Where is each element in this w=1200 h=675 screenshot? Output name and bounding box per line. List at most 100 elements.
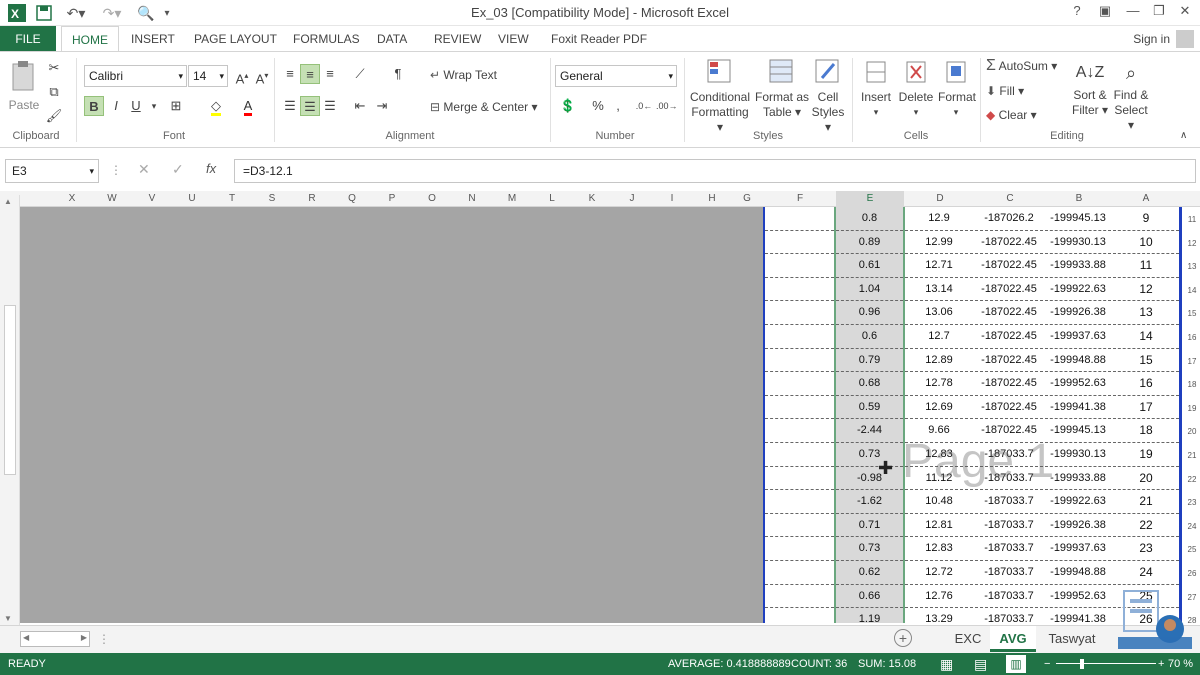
row-header[interactable]: 19	[1184, 404, 1200, 413]
cell-a[interactable]: 23	[1113, 537, 1179, 561]
cell-b[interactable]: -199941.38	[1045, 608, 1111, 623]
vertical-scrollbar[interactable]: ▲ ▼	[0, 195, 20, 627]
fill-button[interactable]: ⬇ Fill ▾	[986, 84, 1024, 99]
cell-f[interactable]	[765, 443, 834, 467]
cell-a[interactable]: 16	[1113, 372, 1179, 396]
copy-icon[interactable]: ⧉	[44, 82, 64, 102]
underline-dropdown-icon[interactable]: ▾	[144, 96, 164, 116]
column-header[interactable]: I	[652, 191, 692, 207]
row-header[interactable]: 18	[1184, 380, 1200, 389]
cancel-icon[interactable]: ✕	[138, 161, 150, 178]
format-as-table-button[interactable]: Format as Table ▾	[754, 58, 810, 120]
cell-b[interactable]: -199937.63	[1045, 537, 1111, 561]
cell-a[interactable]: 13	[1113, 301, 1179, 325]
align-top-icon[interactable]: ≡	[280, 64, 300, 84]
increase-indent-icon[interactable]: ⇥	[372, 96, 392, 116]
column-header[interactable]: A	[1112, 191, 1180, 207]
zoom-slider-thumb[interactable]	[1080, 659, 1084, 669]
row-header[interactable]: 17	[1184, 357, 1200, 366]
cell-f[interactable]	[765, 325, 834, 349]
cell-b[interactable]: -199930.13	[1045, 443, 1111, 467]
column-header[interactable]: B	[1045, 191, 1113, 207]
cell-f[interactable]	[765, 467, 834, 491]
cell-e[interactable]: 0.62	[836, 561, 903, 585]
account-avatar[interactable]	[1176, 30, 1194, 48]
cell-a[interactable]: 18	[1113, 419, 1179, 443]
column-header[interactable]: G	[732, 191, 762, 207]
cell-e[interactable]: 0.89	[836, 230, 903, 255]
font-size-select[interactable]: 14 ▾	[188, 65, 228, 87]
row-header[interactable]: 15	[1184, 309, 1200, 318]
cell-b[interactable]: -199933.88	[1045, 467, 1111, 491]
sheet-tab-avg[interactable]: AVG	[990, 626, 1036, 652]
cell-c[interactable]: -187026.2	[975, 207, 1043, 231]
cell-c[interactable]: -187022.45	[975, 278, 1043, 302]
font-color-icon[interactable]: A	[238, 96, 258, 116]
delete-cells-button[interactable]: Delete ▾	[898, 58, 934, 120]
cell-e[interactable]: 0.8	[836, 207, 903, 231]
cell-d[interactable]: 12.89	[905, 349, 973, 373]
cell-e[interactable]: 0.68	[836, 372, 903, 396]
format-painter-icon[interactable]: 🖌	[44, 106, 64, 126]
new-sheet-button[interactable]: +	[894, 629, 912, 647]
column-header[interactable]: X	[52, 191, 92, 207]
collapse-ribbon-icon[interactable]: ∧	[1180, 128, 1187, 143]
tab-insert[interactable]: INSERT	[131, 26, 175, 52]
cell-e[interactable]: -2.44	[836, 419, 903, 443]
zoom-in-icon[interactable]: +	[1158, 653, 1164, 675]
cell-styles-button[interactable]: Cell Styles ▾	[810, 58, 846, 135]
column-header[interactable]: R	[292, 191, 332, 207]
scroll-up-icon[interactable]: ▲	[4, 197, 12, 206]
cell-b[interactable]: -199948.88	[1045, 349, 1111, 373]
merge-center-button[interactable]: ⊟ Merge & Center ▾	[430, 100, 537, 115]
cell-f[interactable]	[765, 490, 834, 514]
cell-f[interactable]	[765, 608, 834, 623]
page-break-preview-icon[interactable]: ▥	[1006, 655, 1026, 673]
cell-d[interactable]: 10.48	[905, 490, 973, 514]
cell-c[interactable]: -187033.7	[975, 490, 1043, 514]
number-format-select[interactable]: General ▾	[555, 65, 677, 87]
cell-f[interactable]	[765, 254, 834, 278]
cell-c[interactable]: -187022.45	[975, 396, 1043, 420]
cell-d[interactable]: 13.06	[905, 301, 973, 325]
cell-c[interactable]: -187022.45	[975, 372, 1043, 396]
cell-d[interactable]: 12.71	[905, 254, 973, 278]
column-header[interactable]: K	[572, 191, 612, 207]
row-header[interactable]: 11	[1184, 215, 1200, 224]
paste-button[interactable]: Paste	[8, 60, 40, 113]
cell-b[interactable]: -199930.13	[1045, 231, 1111, 255]
percent-button[interactable]: %	[588, 96, 608, 116]
column-header[interactable]: T	[212, 191, 252, 207]
cell-f[interactable]	[765, 585, 834, 609]
close-button[interactable]: ✕	[1174, 3, 1196, 21]
align-right-icon[interactable]: ☰	[320, 96, 340, 116]
cell-b[interactable]: -199941.38	[1045, 396, 1111, 420]
cell-f[interactable]	[765, 537, 834, 561]
underline-button[interactable]: U	[126, 96, 146, 116]
cell-e[interactable]: 0.6	[836, 325, 903, 349]
cell-c[interactable]: -187033.7	[975, 561, 1043, 585]
cell-e[interactable]: 0.66	[836, 584, 903, 609]
minimize-button[interactable]: —	[1122, 3, 1144, 21]
clear-button[interactable]: ◆ Clear ▾	[986, 108, 1037, 123]
cell-a[interactable]: 22	[1113, 514, 1179, 538]
autosum-button[interactable]: Σ AutoSum ▾	[986, 58, 1057, 74]
cell-b[interactable]: -199948.88	[1045, 561, 1111, 585]
column-header[interactable]: M	[492, 191, 532, 207]
align-center-icon[interactable]: ☰	[300, 96, 320, 116]
column-header[interactable]: L	[532, 191, 572, 207]
cell-a[interactable]: 12	[1113, 278, 1179, 302]
align-middle-icon[interactable]: ≡	[300, 64, 320, 84]
tab-home[interactable]: HOME	[61, 26, 119, 52]
cell-d[interactable]: 12.83	[905, 537, 973, 561]
cell-f[interactable]	[765, 349, 834, 373]
sign-in-link[interactable]: Sign in	[1133, 26, 1170, 52]
decrease-indent-icon[interactable]: ⇤	[350, 96, 370, 116]
cell-d[interactable]: 13.14	[905, 278, 973, 302]
sheet-tab-exc[interactable]: EXC	[950, 626, 986, 652]
cell-c[interactable]: -187022.45	[975, 231, 1043, 255]
cell-a[interactable]: 11	[1113, 254, 1179, 278]
enter-icon[interactable]: ✓	[172, 161, 184, 178]
cell-d[interactable]: 12.69	[905, 396, 973, 420]
cell-b[interactable]: -199933.88	[1045, 254, 1111, 278]
